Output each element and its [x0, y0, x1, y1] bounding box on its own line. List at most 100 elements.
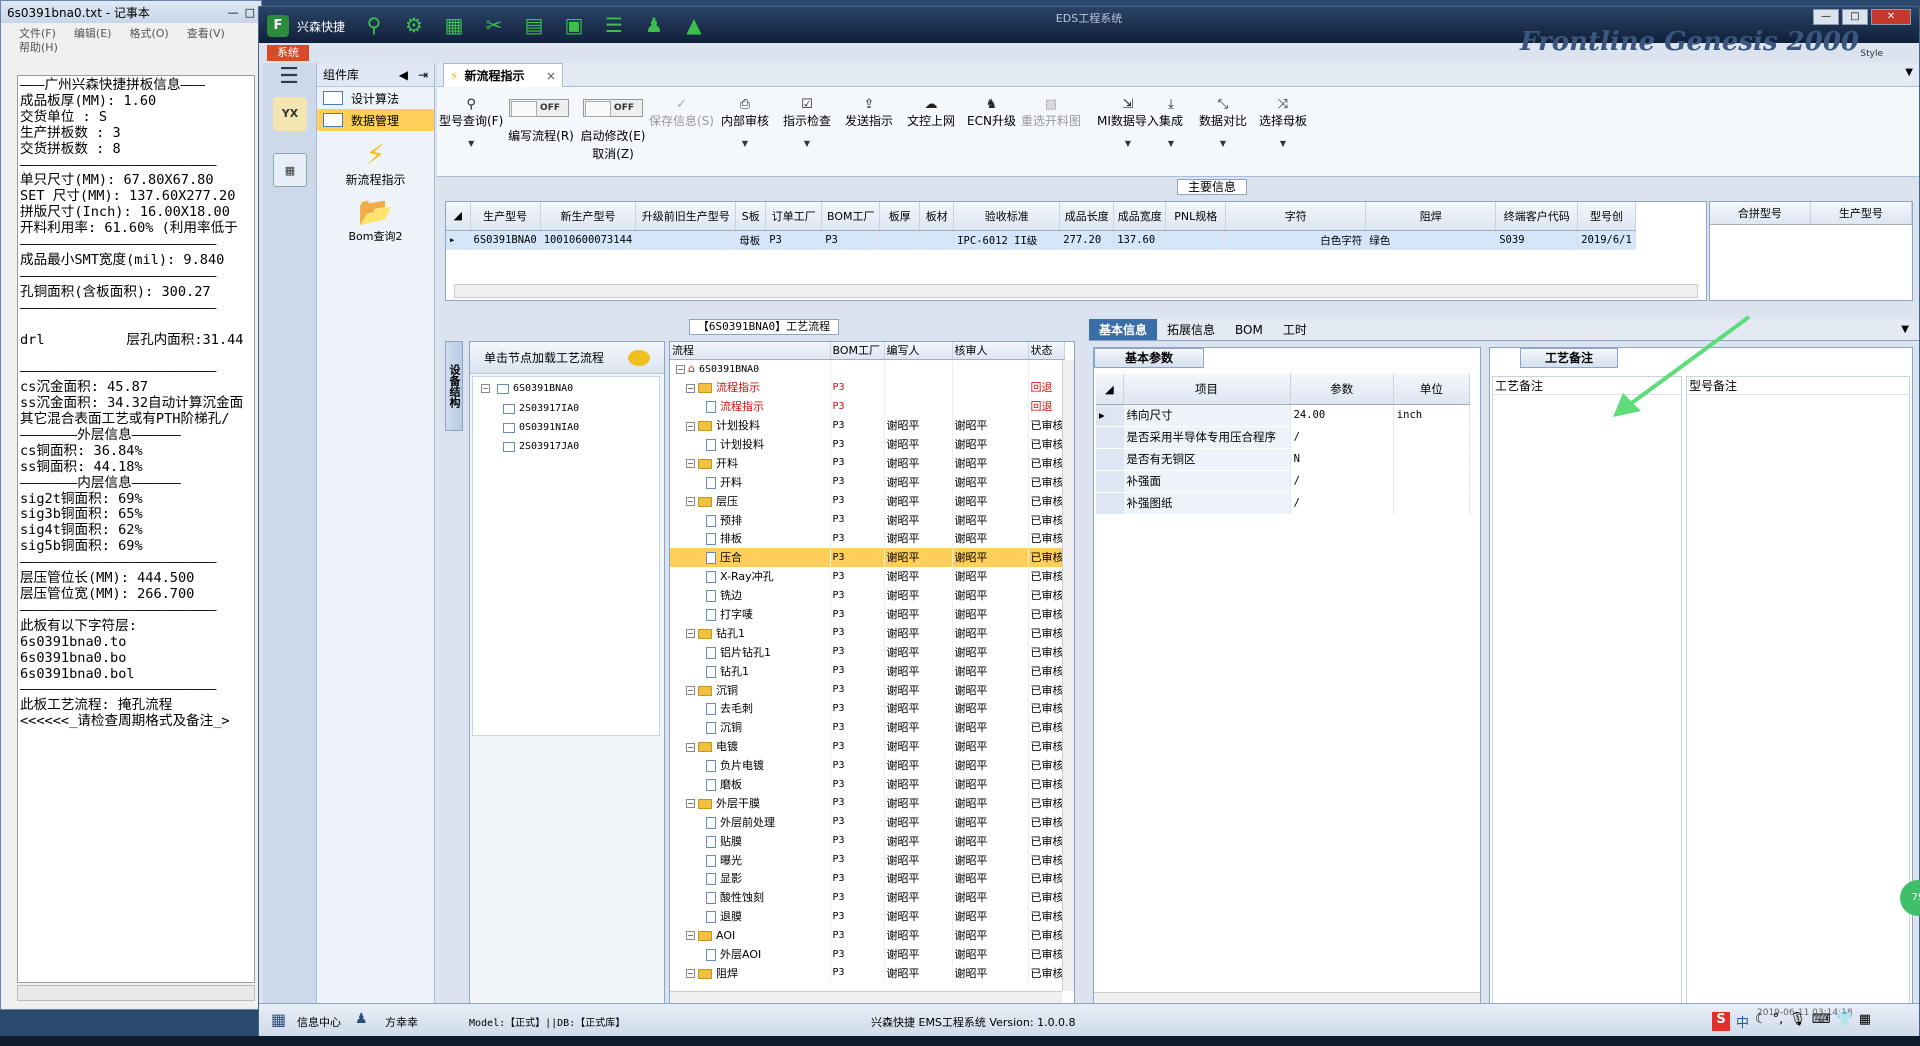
column-header[interactable]: 新生产型号	[540, 202, 637, 231]
reselect-cutting-button[interactable]: ▨ 重选开料图	[1021, 97, 1081, 129]
chevron-down-icon[interactable]: ▼	[1891, 319, 1919, 340]
param-value-cell[interactable]: /	[1290, 492, 1394, 515]
reviewer-cell[interactable]: 谢昭平	[952, 434, 1029, 454]
table-cell[interactable]: 137.60	[1113, 230, 1167, 250]
table-row[interactable]: 贴膜 P3 谢昭平 谢昭平 已审核	[670, 831, 1065, 851]
table-row[interactable]: − 阻焊 P3 谢昭平 谢昭平 已审核	[670, 963, 1065, 983]
status-cell[interactable]: 已审核	[1028, 491, 1065, 511]
flow-step[interactable]: 贴膜	[670, 831, 831, 851]
writer-cell[interactable]: 谢昭平	[884, 812, 953, 832]
table-row[interactable]: 负片电镀 P3 谢昭平 谢昭平 已审核	[670, 755, 1065, 775]
reviewer-cell[interactable]: 谢昭平	[952, 415, 1029, 435]
flow-step[interactable]: 显影	[670, 869, 831, 888]
param-item-cell[interactable]: 是否采用半导体专用压合程序	[1123, 426, 1291, 449]
tab-work-hours[interactable]: 工时	[1273, 319, 1317, 340]
status-cell[interactable]: 已审核	[1028, 925, 1065, 945]
table-cell[interactable]: 10010600073144	[540, 230, 637, 250]
mi-import-button[interactable]: ⇲ MI数据导入 ▼	[1097, 97, 1159, 148]
minimize-button[interactable]: —	[228, 6, 239, 19]
bom-factory-cell[interactable]: P3	[830, 642, 885, 662]
writer-cell[interactable]: 谢昭平	[884, 944, 953, 964]
flow-step[interactable]: 预排	[670, 510, 831, 530]
bom-factory-cell[interactable]	[830, 359, 885, 378]
table-cell[interactable]: 绿色	[1365, 230, 1497, 250]
table-row[interactable]: 是否采用半导体专用压合程序 /	[1096, 426, 1471, 449]
column-header[interactable]: 单位	[1393, 374, 1471, 405]
bom-factory-cell[interactable]: P3	[830, 585, 885, 605]
table-row[interactable]: 退膜 P3 谢昭平 谢昭平 已审核	[670, 906, 1065, 926]
param-unit-cell[interactable]: inch	[1393, 404, 1471, 427]
status-cell[interactable]: 已审核	[1028, 717, 1065, 737]
reviewer-cell[interactable]: 谢昭平	[952, 547, 1029, 567]
flow-step[interactable]: 铣边	[670, 585, 831, 605]
minimize-button[interactable]: —	[1813, 9, 1839, 25]
bom-factory-cell[interactable]: P3	[830, 774, 885, 794]
table-cell[interactable]: 277.20	[1059, 230, 1115, 250]
collapse-icon[interactable]: −	[686, 931, 695, 941]
info-center[interactable]: 信息中心	[297, 1014, 341, 1030]
status-cell[interactable]: 已审核	[1028, 736, 1065, 756]
table-row[interactable]: 去毛刺 P3 谢昭平 谢昭平 已审核	[670, 699, 1065, 718]
hamburger-icon[interactable]: ☰	[275, 66, 303, 88]
flow-step[interactable]: 曝光	[670, 850, 831, 870]
punctuation-icon[interactable]: °,	[1773, 1012, 1784, 1031]
column-header[interactable]: 验收标准	[953, 202, 1061, 231]
vertical-scrollbar[interactable]	[1062, 360, 1074, 991]
writer-cell[interactable]: 谢昭平	[884, 566, 953, 586]
writer-cell[interactable]: 谢昭平	[884, 661, 953, 681]
table-cell[interactable]: P3	[821, 230, 881, 250]
status-cell[interactable]: 已审核	[1028, 793, 1065, 813]
bom-factory-cell[interactable]: P3	[830, 850, 885, 870]
status-cell[interactable]: 已审核	[1028, 453, 1065, 473]
table-cell[interactable]: 白色字符	[1225, 230, 1367, 250]
param-value-cell[interactable]: /	[1290, 470, 1394, 493]
param-item-cell[interactable]: 补强面	[1123, 470, 1291, 493]
param-item-cell[interactable]: 纬向尺寸	[1123, 404, 1291, 427]
close-icon[interactable]: ×	[546, 69, 556, 83]
chat-bubble-icon[interactable]	[628, 349, 650, 366]
flow-step[interactable]: 外层前处理	[670, 812, 831, 832]
status-cell[interactable]: 已审核	[1028, 623, 1065, 643]
table-cell[interactable]: 2019/6/1	[1577, 230, 1636, 250]
table-row[interactable]: 外层AOI P3 谢昭平 谢昭平 已审核	[670, 944, 1065, 964]
menu-edit[interactable]: 编辑(E)	[74, 27, 112, 41]
tab-new-flow[interactable]: ⚡ 新流程指示 ×	[443, 63, 563, 87]
column-header[interactable]: 生产型号	[1810, 202, 1913, 225]
writer-cell[interactable]	[884, 396, 953, 416]
bom-factory-cell[interactable]: P3	[830, 604, 885, 624]
send-instruction-button[interactable]: ⇪ 发送指示	[845, 97, 893, 129]
flow-step[interactable]: − 沉铜	[670, 680, 831, 700]
reviewer-cell[interactable]: 谢昭平	[952, 963, 1029, 983]
column-header[interactable]: 流程	[670, 342, 831, 360]
reviewer-cell[interactable]: 谢昭平	[952, 887, 1029, 907]
table-row[interactable]: ▸ 6S0391BNA0 10010600073144 母板 P3 P3 IPC…	[446, 230, 1636, 250]
writer-cell[interactable]: 谢昭平	[884, 887, 953, 907]
param-item-cell[interactable]: 是否有无铜区	[1123, 448, 1291, 471]
column-header[interactable]: 成品宽度	[1113, 202, 1167, 231]
reviewer-cell[interactable]: 谢昭平	[952, 510, 1029, 530]
writer-cell[interactable]: 谢昭平	[884, 529, 953, 548]
bom-factory-cell[interactable]: P3	[830, 680, 885, 700]
tree-node[interactable]: − 6S0391BNA0	[481, 383, 573, 394]
close-button[interactable]: ✕	[1871, 9, 1911, 25]
writer-cell[interactable]: 谢昭平	[884, 906, 953, 926]
flow-step[interactable]: 去毛刺	[670, 699, 831, 718]
table-row[interactable]: 计划投料 P3 谢昭平 谢昭平 已审核	[670, 434, 1065, 454]
column-header[interactable]: 状态	[1028, 342, 1065, 360]
writer-cell[interactable]: 谢昭平	[884, 491, 953, 511]
table-cell[interactable]	[1165, 230, 1227, 250]
reviewer-cell[interactable]: 谢昭平	[952, 717, 1029, 737]
collapse-icon[interactable]: −	[481, 384, 490, 393]
write-flow-toggle[interactable]: OFF	[509, 99, 569, 117]
table-cell[interactable]: S039	[1495, 230, 1579, 250]
flow-step[interactable]: 压合	[670, 547, 831, 567]
reviewer-cell[interactable]: 谢昭平	[952, 566, 1029, 586]
status-cell[interactable]: 已审核	[1028, 850, 1065, 870]
notepad-text-area[interactable]: ———广州兴森快捷拼板信息——— 成品板厚(MM): 1.60 交货单位 : S…	[17, 75, 255, 983]
status-cell[interactable]: 已审核	[1028, 642, 1065, 662]
status-cell[interactable]: 已审核	[1028, 661, 1065, 681]
flow-step[interactable]: 打字唛	[670, 604, 831, 624]
maximize-button[interactable]: □	[1842, 9, 1868, 25]
integrate-button[interactable]: ⤓ 集成 ▼	[1159, 97, 1183, 148]
instruction-check-button[interactable]: ☑ 指示检查 ▼	[783, 97, 831, 148]
